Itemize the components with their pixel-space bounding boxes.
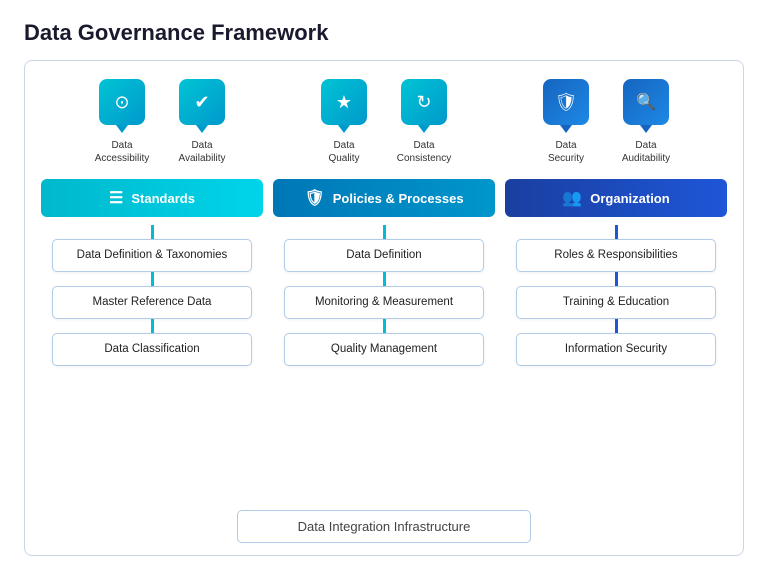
standards-header-icon: ☰ [109,188,123,208]
availability-label: DataAvailability [178,139,225,165]
icon-item-auditability: 🔍 DataAuditability [612,79,680,165]
policies-header-label: Policies & Processes [333,191,464,206]
org-connector-2 [615,272,618,286]
quality-label: DataQuality [328,139,359,165]
standards-header-label: Standards [131,191,195,206]
org-connector-3 [615,319,618,333]
infrastructure-box: Data Integration Infrastructure [237,510,532,543]
policies-item-2: Monitoring & Measurement [284,286,484,319]
consistency-icon: ↻ [401,79,447,125]
icon-group-3: 🛡 DataSecurity 🔍 DataAuditability [532,79,680,165]
standards-item-1: Data Definition & Taxonomies [52,239,252,272]
standards-item-3: Data Classification [52,333,252,366]
standards-connector-1 [151,225,154,239]
organization-header-icon: 👥 [562,188,582,208]
policies-item-1: Data Definition [284,239,484,272]
organization-column: 👥 Organization Roles & Responsibilities … [505,179,727,500]
icons-row: ⊙ DataAccessibility ✔ DataAvailability ★ [41,79,727,165]
columns-row: ☰ Standards Data Definition & Taxonomies… [41,179,727,500]
icon-item-quality: ★ DataQuality [310,79,378,165]
policies-header-icon: 🛡 [304,188,324,208]
accessibility-icon: ⊙ [99,79,145,125]
policies-connector-1 [383,225,386,239]
auditability-label: DataAuditability [622,139,670,165]
icon-item-security: 🛡 DataSecurity [532,79,600,165]
organization-header-label: Organization [590,191,669,206]
security-label: DataSecurity [548,139,584,165]
infrastructure-bar: Data Integration Infrastructure [41,510,727,543]
quality-icon: ★ [321,79,367,125]
page-container: Data Governance Framework ⊙ DataAccessib… [0,0,768,576]
icon-group-2: ★ DataQuality ↻ DataConsistency [310,79,458,165]
standards-header: ☰ Standards [41,179,263,217]
icon-group-1: ⊙ DataAccessibility ✔ DataAvailability [88,79,236,165]
availability-icon: ✔ [179,79,225,125]
organization-items: Roles & Responsibilities Training & Educ… [505,225,727,366]
policies-item-3: Quality Management [284,333,484,366]
icon-item-availability: ✔ DataAvailability [168,79,236,165]
consistency-label: DataConsistency [397,139,451,165]
framework-box: ⊙ DataAccessibility ✔ DataAvailability ★ [24,60,744,556]
org-item-3: Information Security [516,333,716,366]
org-connector-1 [615,225,618,239]
auditability-icon: 🔍 [623,79,669,125]
policies-header: 🛡 Policies & Processes [273,179,495,217]
org-item-1: Roles & Responsibilities [516,239,716,272]
standards-item-2: Master Reference Data [52,286,252,319]
page-title: Data Governance Framework [24,20,744,46]
policies-items: Data Definition Monitoring & Measurement… [273,225,495,366]
policies-column: 🛡 Policies & Processes Data Definition M… [273,179,495,500]
standards-connector-2 [151,272,154,286]
security-icon: 🛡 [543,79,589,125]
icon-item-accessibility: ⊙ DataAccessibility [88,79,156,165]
policies-connector-2 [383,272,386,286]
standards-column: ☰ Standards Data Definition & Taxonomies… [41,179,263,500]
standards-items: Data Definition & Taxonomies Master Refe… [41,225,263,366]
icon-item-consistency: ↻ DataConsistency [390,79,458,165]
policies-connector-3 [383,319,386,333]
accessibility-label: DataAccessibility [95,139,149,165]
standards-connector-3 [151,319,154,333]
org-item-2: Training & Education [516,286,716,319]
organization-header: 👥 Organization [505,179,727,217]
